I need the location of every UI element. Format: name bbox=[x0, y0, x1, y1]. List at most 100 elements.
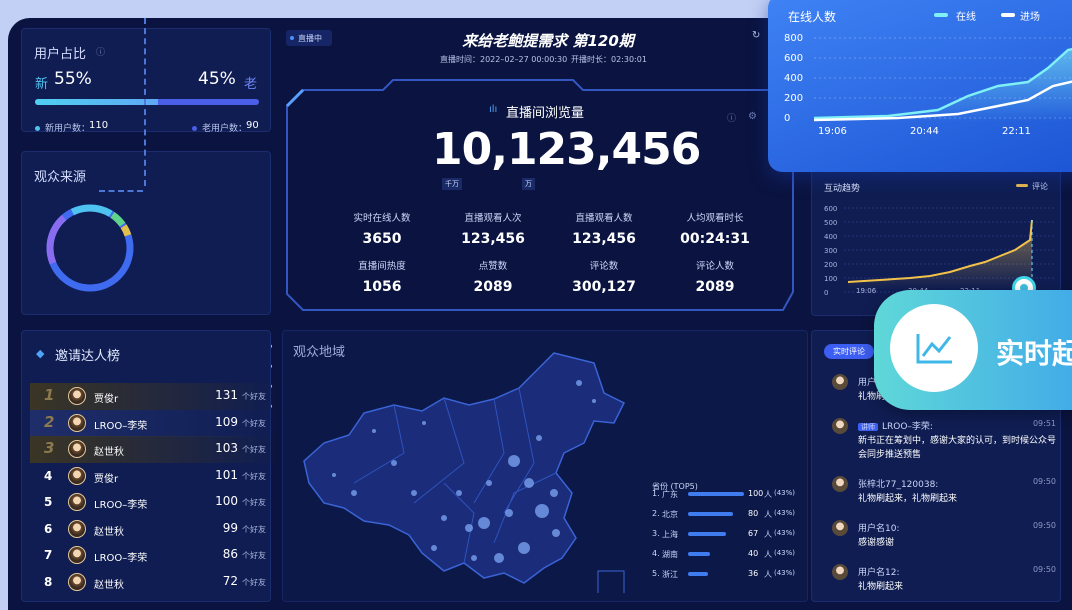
stat-label: 实时在线人数 bbox=[353, 213, 411, 224]
top5-unit: 人 bbox=[764, 510, 772, 519]
ranking-title: 邀请达人榜 bbox=[55, 349, 121, 364]
top5-province: 湖南 bbox=[662, 550, 678, 559]
old-count-label: 老用户数： bbox=[202, 124, 248, 134]
rank-name: 赵世秋 bbox=[94, 447, 124, 458]
audio-wave-icon: ılı bbox=[489, 104, 498, 115]
top5-count: 40 bbox=[748, 549, 759, 558]
table-row: 5 LROO–李荣 100 个好友 bbox=[30, 489, 278, 516]
table-row: 2 LROO–李荣 109 个好友 bbox=[30, 409, 278, 437]
stat-value: 123,456 bbox=[572, 231, 636, 247]
comment-text: 礼物刷起来，礼物刷起来 bbox=[858, 494, 958, 504]
stat-label: 直播观看人数 bbox=[575, 213, 633, 224]
avatar bbox=[832, 476, 848, 492]
rank-number: 8 bbox=[44, 574, 53, 589]
stat-item: 评论人数 2089 bbox=[660, 258, 770, 295]
teacher-tag: 讲师 bbox=[858, 423, 878, 431]
legend-enter-swatch bbox=[1001, 13, 1015, 17]
comment-time: 09:50 bbox=[1032, 477, 1056, 486]
top5-province: 上海 bbox=[662, 530, 678, 539]
rank-count: 86 bbox=[222, 547, 238, 561]
top5-bar bbox=[688, 572, 709, 576]
ratio-bar bbox=[35, 99, 259, 105]
unit-qianwan: 千万 bbox=[442, 178, 462, 190]
top5-pct: (43%) bbox=[774, 489, 796, 497]
rank-unit: 个好友 bbox=[242, 418, 266, 428]
rank-unit: 个好友 bbox=[242, 577, 266, 587]
stat-item: 直播间热度 1056 bbox=[327, 258, 437, 295]
views-value: 10,123,456 bbox=[432, 124, 701, 175]
rank-unit: 个好友 bbox=[242, 498, 266, 507]
top5-pct: (43%) bbox=[774, 569, 796, 577]
top5-bar bbox=[688, 492, 744, 496]
stat-value: 3650 bbox=[362, 231, 402, 247]
top5-unit: 人 bbox=[764, 570, 772, 579]
top5-count: 80 bbox=[748, 509, 759, 518]
top5-count: 67 bbox=[748, 529, 759, 538]
x-tick-label: 19:06 bbox=[818, 126, 847, 137]
rank-name: LROO–李荣 bbox=[94, 553, 148, 564]
top5-bar bbox=[688, 512, 733, 516]
top5-pct: (43%) bbox=[774, 549, 796, 557]
top5-pct: (43%) bbox=[774, 529, 796, 537]
stat-item: 直播观看人次 123,456 bbox=[438, 210, 548, 247]
rank-count: 131 bbox=[215, 388, 238, 402]
top5-rank: 3. bbox=[652, 529, 660, 538]
comment-text: 新书正在筹划中，感谢大家的认可，到时候公众号会同步推送预售 bbox=[858, 436, 1057, 460]
user-ratio-panel: 用户占比 ⓘ 新 55% 45% 老 新用户数： 110 老用户数： 90 bbox=[21, 28, 271, 134]
help-icon[interactable]: ⓘ bbox=[727, 111, 736, 124]
rank-name: 贾俊r bbox=[94, 473, 119, 485]
y-tick-label: 500 bbox=[824, 219, 837, 227]
rank-count: 109 bbox=[215, 414, 238, 429]
comment-text: 感谢感谢 bbox=[858, 538, 895, 548]
top5-rank: 1. bbox=[652, 489, 660, 498]
stat-item: 点赞数 2089 bbox=[438, 258, 548, 295]
comment-time: 09:51 bbox=[1032, 419, 1056, 428]
top5-unit: 人 bbox=[764, 530, 772, 539]
comment-text: 礼物刷起来 bbox=[858, 582, 904, 592]
avatar bbox=[68, 572, 86, 591]
table-row: 4 贾俊r 101 个好友 bbox=[30, 463, 278, 490]
online-chart-card[interactable]: 在线人数 在线 进场 800 600 400 200 0 19:06 20:44 22:11 bbox=[768, 0, 1072, 172]
refresh-icon[interactable]: ↻ bbox=[752, 30, 760, 41]
y-tick-label: 600 bbox=[784, 53, 803, 64]
diamond-icon: ◆ bbox=[36, 347, 45, 360]
online-chart: 800 600 400 200 0 19:06 20:44 22:11 bbox=[784, 33, 1072, 137]
y-tick-label: 400 bbox=[784, 73, 803, 84]
y-tick-label: 0 bbox=[824, 289, 828, 296]
top5-unit: 人 bbox=[764, 490, 772, 499]
x-tick-label: 22:11 bbox=[1002, 126, 1031, 137]
top5-bar bbox=[688, 552, 711, 556]
rank-count: 99 bbox=[222, 520, 238, 535]
realtime-button[interactable]: 实时起 bbox=[874, 290, 1072, 410]
avatar bbox=[68, 546, 86, 564]
avatar bbox=[68, 387, 86, 405]
table-row: 6 赵世秋 99 个好友 bbox=[30, 516, 278, 543]
help-icon[interactable]: ⓘ bbox=[96, 45, 105, 58]
old-count: 90 bbox=[246, 120, 259, 131]
stat-label: 直播观看人次 bbox=[464, 213, 522, 224]
rank-number: 7 bbox=[44, 548, 53, 562]
comment-name: 用户名10: bbox=[858, 524, 900, 534]
settings-icon[interactable]: ⚙ bbox=[748, 111, 757, 122]
connector-line bbox=[144, 18, 146, 186]
stat-item: 实时在线人数 3650 bbox=[327, 210, 437, 247]
avatar bbox=[832, 564, 848, 580]
table-row: 8 赵世秋 72 个好友 bbox=[30, 569, 278, 596]
stat-item: 直播观看人数 123,456 bbox=[549, 210, 659, 247]
new-count: 110 bbox=[89, 120, 109, 131]
y-tick-label: 100 bbox=[824, 275, 837, 283]
stat-label: 人均观看时长 bbox=[686, 213, 744, 224]
top5-count: 100 bbox=[748, 489, 764, 498]
y-tick-label: 400 bbox=[824, 233, 837, 241]
stat-value: 123,456 bbox=[461, 231, 525, 247]
rank-unit: 个好友 bbox=[242, 551, 266, 560]
stat-label: 直播间热度 bbox=[358, 261, 406, 272]
avatar bbox=[68, 413, 86, 432]
rank-number: 4 bbox=[44, 468, 53, 483]
comment-time: 09:50 bbox=[1032, 521, 1056, 530]
avatar bbox=[68, 440, 86, 458]
tab-realtime-comments[interactable]: 实时评论 bbox=[824, 344, 874, 359]
comment-name: 用户名12: bbox=[858, 568, 900, 578]
source-donut bbox=[46, 204, 134, 292]
stat-value: 2089 bbox=[695, 279, 735, 295]
